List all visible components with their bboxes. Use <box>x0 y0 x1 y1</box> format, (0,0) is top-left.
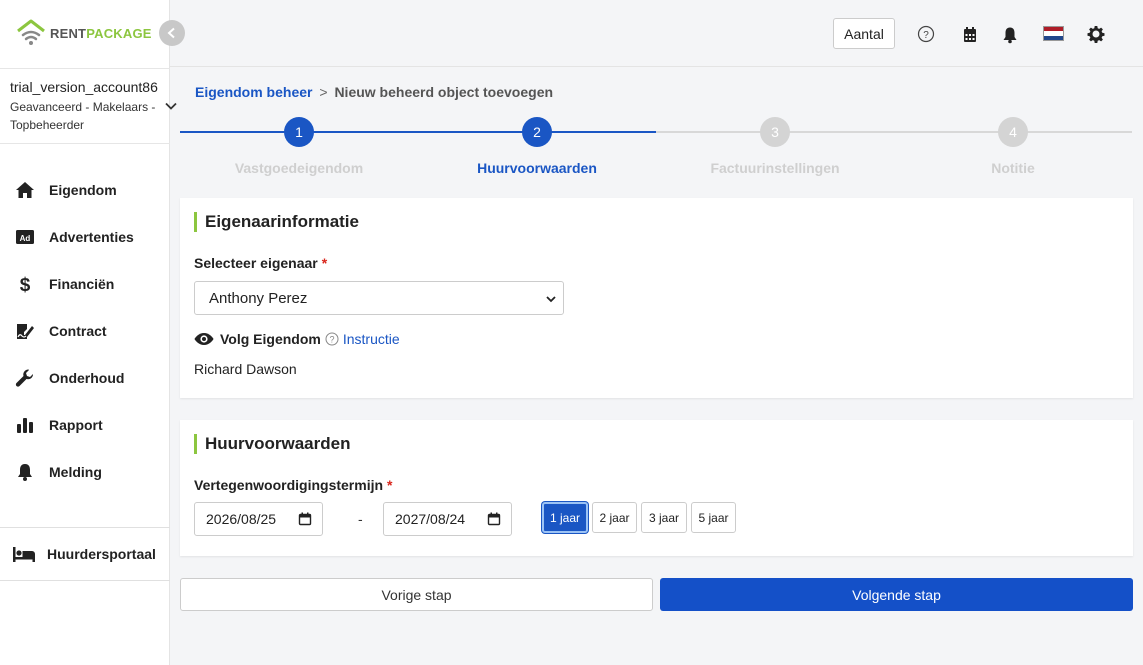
calendar-icon[interactable] <box>487 512 501 526</box>
bar-chart-icon <box>14 414 36 436</box>
bell-icon <box>14 461 36 483</box>
sidebar-item-label: Advertenties <box>49 228 134 245</box>
calendar-icon[interactable] <box>298 512 312 526</box>
sidebar-item-onderhoud[interactable]: Onderhoud <box>0 354 170 401</box>
account-switcher[interactable]: trial_version_account86 Geavanceerd - Ma… <box>0 68 177 144</box>
sidebar-item-label: Onderhoud <box>49 369 125 386</box>
step-number: 4 <box>998 117 1028 147</box>
term-2-jaar-button[interactable]: 2 jaar <box>592 502 637 533</box>
collapse-sidebar-button[interactable] <box>159 20 185 46</box>
breadcrumb: Eigendom beheer > Nieuw beheerd object t… <box>195 84 553 100</box>
svg-text:?: ? <box>923 30 929 41</box>
owner-info-card: Eigenaarinformatie Selecteer eigenaar * A… <box>180 198 1133 398</box>
follower-name: Richard Dawson <box>194 361 297 377</box>
gear-icon[interactable] <box>1086 24 1106 44</box>
dollar-icon: $ <box>14 273 36 295</box>
sidebar-item-label: Rapport <box>49 416 103 433</box>
term-5-jaar-button[interactable]: 5 jaar <box>691 502 736 533</box>
breadcrumb-current: Nieuw beheerd object toevoegen <box>334 84 554 100</box>
select-owner-label: Selecteer eigenaar * <box>194 255 328 271</box>
home-icon <box>14 179 36 201</box>
start-date-value: 2026/08/25 <box>206 511 277 527</box>
sidebar-item-label: Financiën <box>49 275 115 292</box>
step-factuurinstellingen[interactable]: 3 Factuurinstellingen <box>656 116 894 182</box>
calendar-icon[interactable] <box>960 25 980 45</box>
flag-nl-icon[interactable] <box>1043 26 1064 41</box>
step-label: Huurvoorwaarden <box>477 160 597 176</box>
chevron-left-icon <box>167 27 175 39</box>
sidebar-item-contract[interactable]: Contract <box>0 307 170 354</box>
step-label: Vastgoedeigendom <box>234 160 364 176</box>
required-mark: * <box>387 477 393 493</box>
brand-name-part1: RENT <box>50 25 87 41</box>
step-number: 1 <box>284 117 314 147</box>
end-date-value: 2027/08/24 <box>395 511 466 527</box>
instruction-link[interactable]: Instructie <box>343 331 400 347</box>
wifi-house-logo-icon <box>17 19 45 45</box>
start-date-input[interactable]: 2026/08/25 <box>194 502 323 536</box>
next-step-button[interactable]: Volgende stap <box>660 578 1133 611</box>
notification-bell-icon[interactable] <box>1000 25 1020 45</box>
sidebar-item-rapport[interactable]: Rapport <box>0 401 170 448</box>
owner-select-value: Anthony Perez <box>209 289 308 307</box>
chevron-down-icon <box>165 102 177 110</box>
brand-logo[interactable]: RENTPACKAGE <box>16 18 152 48</box>
term-1-jaar-button[interactable]: 1 jaar <box>542 502 588 533</box>
representation-term-label: Vertegenwoordigingstermijn * <box>194 477 393 493</box>
help-icon[interactable]: ? <box>916 24 936 44</box>
sidebar-item-advertenties[interactable]: Ad Advertenties <box>0 213 170 260</box>
breadcrumb-separator: > <box>319 84 328 100</box>
step-notitie[interactable]: 4 Notitie <box>894 116 1132 182</box>
bed-icon <box>12 543 36 565</box>
sidebar-item-label: Contract <box>49 322 107 339</box>
sidebar-item-huurdersportaal[interactable]: Huurdersportaal <box>0 527 170 581</box>
end-date-input[interactable]: 2027/08/24 <box>383 502 512 536</box>
step-number: 3 <box>760 117 790 147</box>
sidebar-item-label: Huurdersportaal <box>47 546 156 562</box>
aantal-button[interactable]: Aantal <box>833 18 895 49</box>
top-header: Aantal ? <box>170 0 1143 67</box>
sidebar-item-label: Melding <box>49 463 102 480</box>
ad-icon: Ad <box>14 226 36 248</box>
required-mark: * <box>321 255 328 271</box>
step-label: Notitie <box>991 160 1035 176</box>
brand-name-part2: PACKAGE <box>86 25 152 41</box>
step-number: 2 <box>522 117 552 147</box>
svg-text:$: $ <box>20 275 31 294</box>
follow-property-label: Volg Eigendom <box>220 331 321 347</box>
step-vastgoedeigendom[interactable]: 1 Vastgoedeigendom <box>180 116 418 182</box>
term-3-jaar-button[interactable]: 3 jaar <box>641 502 687 533</box>
card-title: Eigenaarinformatie <box>194 212 359 232</box>
chevron-down-icon <box>546 296 556 303</box>
account-name: trial_version_account86 <box>10 79 158 95</box>
card-title: Huurvoorwaarden <box>194 434 350 454</box>
step-label: Factuurinstellingen <box>710 160 840 176</box>
svg-text:Ad: Ad <box>20 234 31 243</box>
follow-property: Volg Eigendom ? Instructie <box>194 331 400 347</box>
sidebar-item-financien[interactable]: $ Financiën <box>0 260 170 307</box>
help-icon[interactable]: ? <box>325 332 339 346</box>
svg-text:?: ? <box>329 335 334 345</box>
wizard-stepper: 1 Vastgoedeigendom 2 Huurvoorwaarden 3 F… <box>180 116 1133 182</box>
rental-terms-card: Huurvoorwaarden Vertegenwoordigingstermi… <box>180 420 1133 556</box>
sidebar: RENTPACKAGE trial_version_account86 Geav… <box>0 0 177 665</box>
breadcrumb-parent-link[interactable]: Eigendom beheer <box>195 84 312 100</box>
date-range-separator: - <box>358 511 363 527</box>
eye-icon[interactable] <box>194 331 214 347</box>
sidebar-nav: Eigendom Ad Advertenties $ Financiën Con… <box>0 166 170 495</box>
wrench-icon <box>14 367 36 389</box>
sidebar-item-eigendom[interactable]: Eigendom <box>0 166 170 213</box>
previous-step-button[interactable]: Vorige stap <box>180 578 653 611</box>
account-role: Geavanceerd - Makelaars - Topbeheerder <box>10 100 156 132</box>
contract-icon <box>14 320 36 342</box>
sidebar-item-label: Eigendom <box>49 181 117 198</box>
step-huurvoorwaarden[interactable]: 2 Huurvoorwaarden <box>418 116 656 182</box>
owner-select[interactable]: Anthony Perez <box>194 281 564 315</box>
sidebar-item-melding[interactable]: Melding <box>0 448 170 495</box>
